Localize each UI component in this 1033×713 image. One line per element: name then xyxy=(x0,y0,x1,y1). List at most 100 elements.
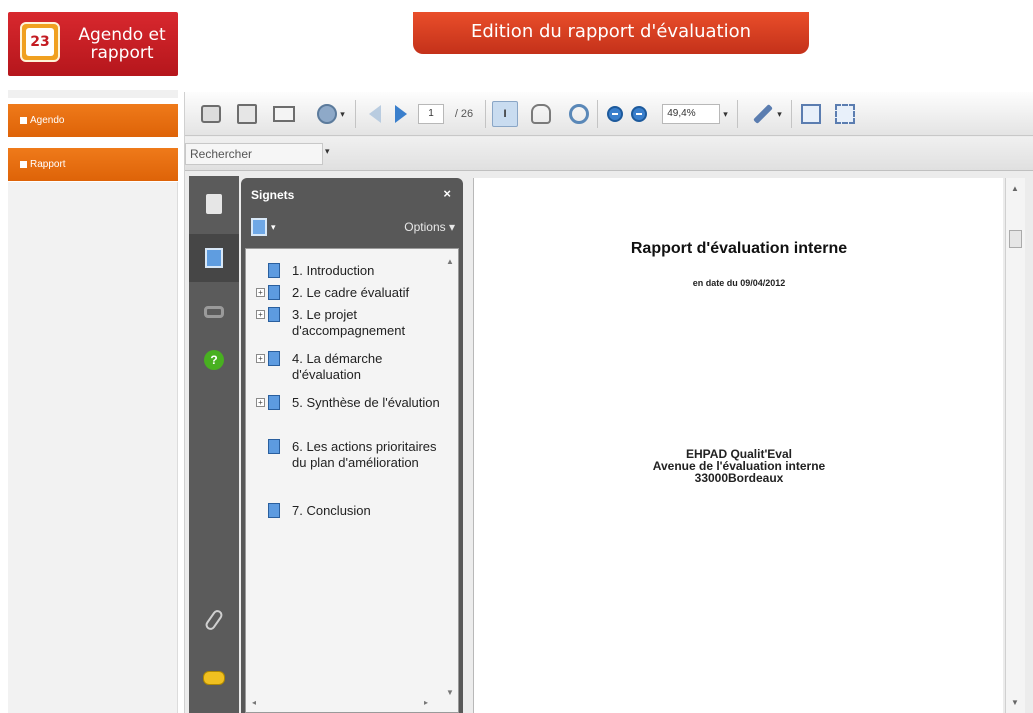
scroll-right-icon[interactable]: ▸ xyxy=(424,698,428,707)
scrollbar-thumb[interactable] xyxy=(1009,230,1022,248)
zoom-tool-button[interactable] xyxy=(567,102,591,126)
toolbar-divider xyxy=(355,100,356,128)
expand-icon[interactable]: + xyxy=(256,398,265,407)
export-icon xyxy=(317,104,338,124)
expand-icon[interactable]: + xyxy=(256,310,265,319)
bookmark-item[interactable]: + 3. Le projet d'accompagnement xyxy=(246,307,446,341)
sidebar-divider xyxy=(8,90,178,98)
attachments-button[interactable] xyxy=(189,596,239,644)
pages-icon xyxy=(206,194,222,214)
close-icon[interactable]: × xyxy=(443,186,451,201)
hand-icon xyxy=(531,104,551,124)
comments-icon xyxy=(203,671,225,685)
zoom-in-icon xyxy=(631,106,647,122)
document-title: Rapport d'évaluation interne xyxy=(630,240,848,257)
fullscreen-button[interactable] xyxy=(833,102,857,126)
scroll-left-icon[interactable]: ◂ xyxy=(252,698,256,707)
app-logo-text: Agendo et rapport xyxy=(78,25,166,63)
document-scrollbar[interactable]: ▲ ▼ xyxy=(1005,178,1025,713)
bookmarks-panel-button[interactable] xyxy=(189,234,239,282)
help-button[interactable]: ? xyxy=(189,336,239,384)
bookmark-item[interactable]: + 2. Le cadre évaluatif xyxy=(246,285,446,303)
viewer-toolbar: ▾ 1 / 26 I 49,4% ▾ ▾ xyxy=(185,92,1033,136)
scroll-down-icon[interactable]: ▼ xyxy=(1011,698,1019,707)
chevron-down-icon[interactable]: ▾ xyxy=(271,222,276,233)
paperclip-icon xyxy=(203,608,225,632)
zoom-out-button[interactable] xyxy=(605,102,625,126)
app-logo[interactable]: 23 Agendo et rapport xyxy=(8,12,178,76)
fit-page-button[interactable] xyxy=(799,102,823,126)
bookmark-icon xyxy=(268,263,280,278)
scroll-down-icon[interactable]: ▼ xyxy=(446,688,454,697)
search-input[interactable]: Rechercher xyxy=(185,143,323,165)
panel-title: Signets xyxy=(251,188,295,202)
bookmarks-panel: Signets × ▾ Options ▾ 1. Introduction + … xyxy=(241,178,463,713)
pdf-viewer: ▾ 1 / 26 I 49,4% ▾ ▾ Rechercher ▾ ? Sign… xyxy=(184,92,1033,713)
sidebar-item-rapport[interactable]: Rapport xyxy=(8,148,178,181)
square-bullet-icon xyxy=(20,117,27,124)
binoculars-icon xyxy=(204,306,224,318)
find-panel-button[interactable] xyxy=(189,288,239,336)
document-address: EHPAD Qualit'Eval Avenue de l'évaluation… xyxy=(474,448,1004,484)
fit-page-icon xyxy=(801,104,821,124)
bookmark-item[interactable]: + 5. Synthèse de l'évalution xyxy=(246,395,446,429)
sidebar-item-agenda[interactable]: Agendo xyxy=(8,104,178,137)
app-window: 23 Agendo et rapport Agendo Rapport Edit… xyxy=(0,0,1033,713)
zoom-select[interactable]: 49,4% ▾ xyxy=(657,102,733,126)
help-icon: ? xyxy=(204,350,224,370)
bookmark-icon xyxy=(268,439,280,454)
next-page-button[interactable] xyxy=(391,102,411,126)
bookmarks-list: 1. Introduction + 2. Le cadre évaluatif … xyxy=(245,248,459,713)
toolbar-divider xyxy=(791,100,792,128)
chevron-down-icon[interactable]: ▾ xyxy=(325,146,330,157)
toolbar-divider xyxy=(485,100,486,128)
text-cursor-icon: I xyxy=(492,101,518,127)
toolbar-divider xyxy=(597,100,598,128)
annotate-dropdown[interactable]: ▾ xyxy=(747,102,787,126)
bookmark-item[interactable]: 6. Les actions prioritaires du plan d'am… xyxy=(246,439,446,491)
scroll-up-icon[interactable]: ▲ xyxy=(446,257,454,266)
page-title: Edition du rapport d'évaluation xyxy=(413,12,809,54)
expand-icon[interactable]: + xyxy=(256,354,265,363)
pen-icon xyxy=(753,104,774,124)
comments-button[interactable] xyxy=(189,654,239,702)
bookmarks-toolbar: ▾ Options ▾ xyxy=(251,218,455,238)
chevron-down-icon: ▾ xyxy=(777,108,782,119)
org-city: 33000Bordeaux xyxy=(694,471,784,485)
pages-panel-button[interactable] xyxy=(189,180,239,228)
bookmarks-scrollbar[interactable]: ▲ ▼ xyxy=(444,253,454,705)
bookmark-item[interactable]: 1. Introduction xyxy=(246,263,446,281)
sidebar-item-label: Rapport xyxy=(30,159,66,170)
options-button[interactable]: Options ▾ xyxy=(404,220,455,234)
bookmarks-horizontal-scrollbar[interactable]: ◂ ▸ xyxy=(252,698,442,708)
new-bookmark-icon[interactable] xyxy=(251,218,267,236)
export-dropdown[interactable]: ▾ xyxy=(311,102,351,126)
bookmark-item[interactable]: + 4. La démarche d'évaluation xyxy=(246,351,446,385)
email-button[interactable] xyxy=(271,102,297,126)
expand-icon[interactable]: + xyxy=(256,288,265,297)
page-number-input[interactable]: 1 xyxy=(417,102,445,126)
scroll-up-icon[interactable]: ▲ xyxy=(1011,184,1019,193)
fullscreen-icon xyxy=(835,104,855,124)
print-button[interactable] xyxy=(199,102,223,126)
calendar-icon: 23 xyxy=(20,22,60,62)
bookmarks-icon xyxy=(205,248,223,268)
sidebar-item-label: Agendo xyxy=(30,115,65,126)
bookmark-item[interactable]: 7. Conclusion xyxy=(246,503,446,521)
hand-tool-button[interactable] xyxy=(529,102,553,126)
document-page: Rapport d'évaluation interne en date du … xyxy=(473,178,1003,713)
navigation-rail: ? xyxy=(189,176,239,713)
chevron-down-icon: ▾ xyxy=(723,108,728,119)
square-bullet-icon xyxy=(20,161,27,168)
bookmark-icon xyxy=(268,307,280,322)
save-button[interactable] xyxy=(235,102,259,126)
select-tool-button[interactable]: I xyxy=(491,101,519,127)
mail-icon xyxy=(273,106,295,122)
zoom-in-button[interactable] xyxy=(629,102,649,126)
save-icon xyxy=(237,104,257,124)
previous-page-button[interactable] xyxy=(365,102,385,126)
chevron-down-icon: ▾ xyxy=(340,108,345,119)
page-total: / 26 xyxy=(454,108,474,120)
arrow-left-icon xyxy=(369,105,381,123)
bookmark-icon xyxy=(268,351,280,366)
